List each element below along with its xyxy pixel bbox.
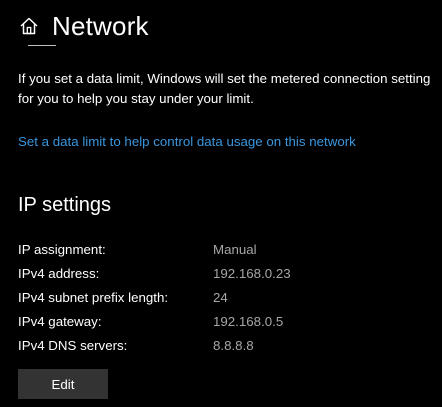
- home-icon[interactable]: [18, 15, 40, 37]
- ip-row-gateway: IPv4 gateway: 192.168.0.5: [18, 309, 418, 333]
- set-data-limit-link[interactable]: Set a data limit to help control data us…: [18, 132, 356, 152]
- ip-assignment-label: IP assignment:: [18, 241, 106, 257]
- subnet-prefix-label: IPv4 subnet prefix length:: [18, 289, 169, 305]
- subnet-prefix-value: 24: [213, 289, 228, 305]
- page-header: Network: [18, 6, 149, 46]
- ip-settings-heading: IP settings: [18, 194, 112, 216]
- ip-row-dns: IPv4 DNS servers: 8.8.8.8: [18, 333, 418, 357]
- page-title: Network: [52, 10, 149, 41]
- ip-row-subnet-prefix: IPv4 subnet prefix length: 24: [18, 285, 418, 309]
- dns-servers-label: IPv4 DNS servers:: [18, 337, 128, 353]
- ip-settings-table: IP assignment: Manual IPv4 address: 192.…: [18, 237, 418, 357]
- ip-row-ipv4-address: IPv4 address: 192.168.0.23: [18, 261, 418, 285]
- dns-servers-value: 8.8.8.8: [213, 337, 254, 353]
- header-divider: [28, 45, 56, 46]
- edit-button[interactable]: Edit: [18, 369, 108, 399]
- gateway-value: 192.168.0.5: [213, 313, 284, 329]
- ip-assignment-value: Manual: [213, 241, 257, 257]
- gateway-label: IPv4 gateway:: [18, 313, 102, 329]
- ipv4-address-value: 192.168.0.23: [213, 265, 291, 281]
- ip-row-assignment: IP assignment: Manual: [18, 237, 418, 261]
- metered-description: If you set a data limit, Windows will se…: [18, 71, 431, 106]
- ipv4-address-label: IPv4 address:: [18, 265, 100, 281]
